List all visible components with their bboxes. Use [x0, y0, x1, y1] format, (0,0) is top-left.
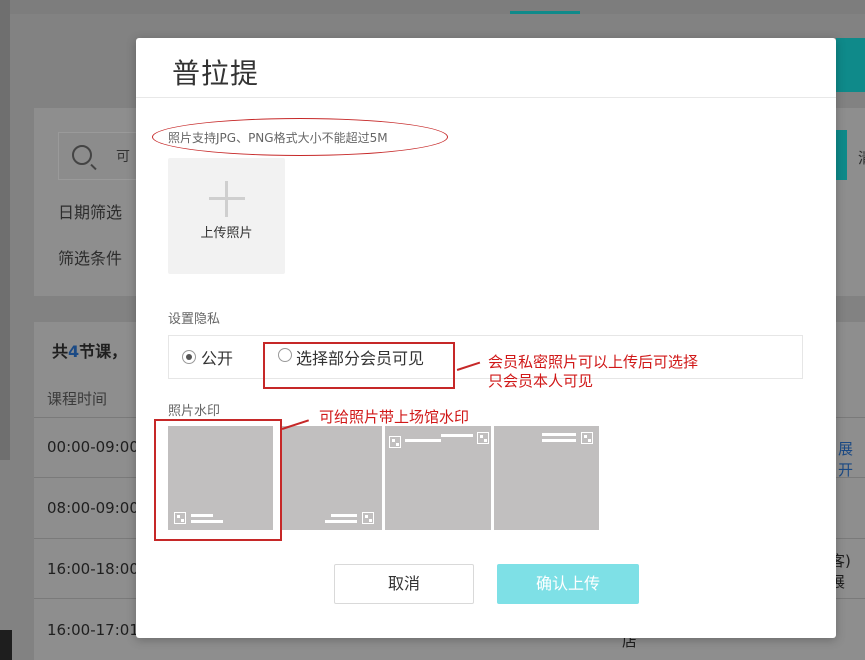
left-sidebar-edge [0, 0, 10, 460]
watermark-line [542, 439, 576, 442]
qr-icon [389, 436, 401, 448]
plus-icon [225, 181, 228, 217]
watermark-line [542, 433, 576, 436]
privacy-annotation-line1: 会员私密照片可以上传后可选择 [488, 353, 699, 371]
table-row-time: 16:00-17:01 [47, 621, 139, 639]
date-filter-label: 日期筛选 [58, 203, 123, 222]
watermark-option-top-right-small[interactable] [494, 426, 599, 530]
watermark-option-top-right[interactable] [385, 426, 491, 530]
cancel-button[interactable]: 取消 [334, 564, 474, 604]
watermark-option-bottom-right[interactable] [281, 426, 382, 530]
active-tab-indicator [510, 11, 580, 14]
search-placeholder: 可 [116, 149, 130, 165]
watermark-highlight-box [154, 419, 282, 541]
watermark-line [441, 434, 473, 437]
dark-corner [0, 630, 12, 660]
row-expand-link[interactable]: 展开 [838, 438, 865, 480]
watermark-annotation: 可给照片带上场馆水印 [319, 408, 470, 426]
count-prefix: 共 [52, 342, 69, 361]
right-cut-text: 清 [858, 147, 865, 168]
watermark-line [325, 520, 357, 523]
upload-photo-button[interactable]: 上传照片 [168, 158, 285, 274]
upload-photo-dialog: 普拉提 照片支持JPG、PNG格式大小不能超过5M 上传照片 设置隐私 公开 选… [136, 38, 836, 638]
confirm-upload-button[interactable]: 确认上传 [497, 564, 639, 604]
watermark-line [405, 439, 441, 442]
table-row-time: 00:00-09:00 [47, 438, 139, 456]
primary-button-edge [836, 38, 865, 92]
qr-icon [581, 432, 593, 444]
table-row-time: 08:00-09:00 [47, 499, 139, 517]
filter-condition-label: 筛选条件 [58, 249, 123, 268]
title-divider [136, 97, 836, 98]
qr-icon [362, 512, 374, 524]
count-suffix: 节课， [79, 342, 128, 361]
privacy-highlight-box [263, 342, 455, 389]
privacy-section-title: 设置隐私 [168, 312, 221, 327]
count-number: 4 [68, 342, 80, 361]
radio-public[interactable] [182, 350, 196, 364]
column-header-time: 课程时间 [47, 390, 108, 408]
watermark-line [331, 514, 357, 517]
qr-icon [477, 432, 489, 444]
search-button-edge [836, 130, 847, 180]
search-icon [72, 145, 92, 165]
privacy-annotation-line2: 只会员本人可见 [488, 372, 594, 390]
course-count: 共4节课， [52, 338, 127, 362]
table-row-time: 16:00-18:00 [47, 560, 139, 578]
upload-hint: 照片支持JPG、PNG格式大小不能超过5M [168, 131, 388, 145]
upload-photo-label: 上传照片 [200, 226, 253, 241]
radio-public-label[interactable]: 公开 [201, 345, 233, 369]
top-bar [0, 0, 865, 14]
watermark-section-title: 照片水印 [168, 404, 221, 419]
dialog-title: 普拉提 [172, 57, 260, 90]
